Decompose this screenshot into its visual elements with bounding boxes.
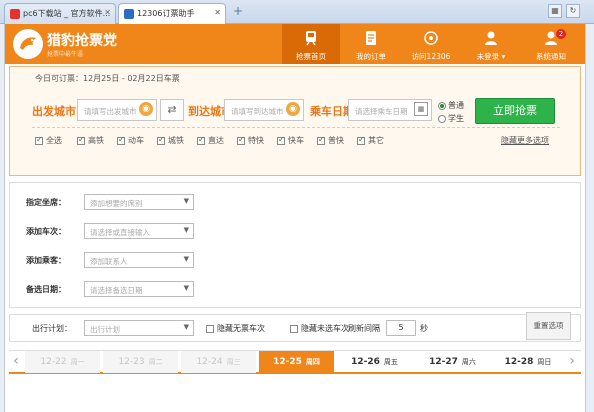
filter-normal-fast[interactable]: 普快 xyxy=(317,135,344,146)
app-subtitle: 抢票中最牛逼 xyxy=(47,51,84,58)
date-cell[interactable]: 12-28 周日 xyxy=(493,351,563,373)
filter-high-speed[interactable]: 高铁 xyxy=(77,135,104,146)
favicon-icon xyxy=(10,9,20,19)
train-label: 添加车次： xyxy=(26,227,66,236)
nav-label: 抢票首页 xyxy=(296,52,326,61)
close-icon[interactable]: ✕ xyxy=(104,8,111,17)
orders-icon xyxy=(366,31,376,45)
train-select[interactable]: 请选择或直接输入 ▼ xyxy=(84,223,194,239)
nav-visit-12306[interactable]: 访问12306 xyxy=(402,24,460,64)
browser-tab-12306[interactable]: 12306订票助手 ✕ xyxy=(118,3,226,24)
chevron-left-icon[interactable]: ‹ xyxy=(9,351,23,373)
chevron-down-icon: ▼ xyxy=(183,323,189,331)
swap-cities-button[interactable]: ⇄ xyxy=(160,99,184,121)
checkbox[interactable] xyxy=(117,135,125,145)
date-cell[interactable]: 12-26 周五 xyxy=(337,351,412,373)
checkbox[interactable] xyxy=(206,324,214,333)
chevron-down-icon: ▼ xyxy=(183,255,189,263)
date-cell: 12-24 周三 xyxy=(181,351,256,373)
filter-all[interactable]: 全选 xyxy=(35,135,62,146)
user-icon xyxy=(485,31,497,45)
checkbox[interactable] xyxy=(277,135,285,145)
filter-intercity[interactable]: 城铁 xyxy=(157,135,184,146)
train-icon xyxy=(306,31,316,46)
radio-student[interactable]: 学生 xyxy=(438,113,464,124)
plan-select[interactable]: 出行计划 ▼ xyxy=(84,320,194,336)
passenger-label: 添加乘客： xyxy=(26,256,66,265)
backup-date-select[interactable]: 请选择备选日期 ▼ xyxy=(84,281,194,297)
date-bar: ‹ 12-22 周一 12-23 周二 12-24 周三 12-25 周四 12-26 周… xyxy=(9,350,581,374)
chevron-down-icon: ▼ xyxy=(183,197,189,205)
app-window: 猎豹抢票党 抢票中最牛逼 抢票首页 我的订单 访问12306 未登录 ▾ 2 系… xyxy=(4,24,586,412)
checkbox[interactable] xyxy=(357,135,365,145)
filter-express[interactable]: 特快 xyxy=(237,135,264,146)
nav-label: 访问12306 xyxy=(411,52,451,61)
chevron-right-icon[interactable]: › xyxy=(565,351,579,373)
checkbox[interactable] xyxy=(77,135,85,145)
date-cell: 12-23 周二 xyxy=(103,351,178,373)
radio-normal[interactable]: 普通 xyxy=(438,100,464,111)
radio-dot[interactable] xyxy=(438,114,446,123)
divider xyxy=(32,127,560,128)
calendar-icon[interactable]: ▦ xyxy=(414,102,428,116)
app-title: 猎豹抢票党 xyxy=(47,33,117,49)
seat-select[interactable]: 添加想要的席别 ▼ xyxy=(84,194,194,210)
search-panel: 今日可订票：12月25日 - 02月22日车票 出发城市 请填写出发城市 ◉ ⇄… xyxy=(9,66,581,176)
filter-emu[interactable]: 动车 xyxy=(117,135,144,146)
bookable-date-range: 今日可订票：12月25日 - 02月22日车票 xyxy=(35,74,180,83)
hide-unselected-option[interactable]: 隐藏未选车次 xyxy=(290,323,349,334)
tab-label: 12306订票助手 xyxy=(137,9,195,18)
filter-other[interactable]: 其它 xyxy=(357,135,384,146)
checkbox[interactable] xyxy=(35,135,43,145)
tab-label: pc6下载站 _ 官方软件... xyxy=(23,9,111,18)
notification-badge: 2 xyxy=(556,29,566,39)
backup-date-label: 备选日期： xyxy=(26,285,66,294)
browser-tab-pc6[interactable]: pc6下载站 _ 官方软件... ✕ xyxy=(4,3,116,24)
from-city-label: 出发城市 xyxy=(32,105,76,118)
refresh-interval-input[interactable]: 5 xyxy=(386,320,416,336)
nav-label: 系统通知 xyxy=(536,52,566,61)
close-icon[interactable]: ✕ xyxy=(214,8,221,17)
nav-notifications[interactable]: 2 系统通知 xyxy=(522,24,580,64)
checkbox[interactable] xyxy=(317,135,325,145)
checkbox[interactable] xyxy=(157,135,165,145)
radio-dot[interactable] xyxy=(438,101,446,110)
date-cell-selected[interactable]: 12-25 周四 xyxy=(259,351,334,373)
refresh-icon[interactable]: ↻ xyxy=(566,4,580,18)
chevron-down-icon: ▼ xyxy=(183,226,189,234)
globe-icon xyxy=(424,31,438,45)
seconds-label: 秒 xyxy=(420,324,428,333)
chevron-down-icon: ▼ xyxy=(183,284,189,292)
hide-more-options-link[interactable]: 隐藏更多选项 xyxy=(501,135,549,146)
city-picker-icon[interactable]: ◉ xyxy=(139,102,153,116)
favicon-icon xyxy=(124,9,134,19)
seat-label: 指定坐席： xyxy=(26,198,66,207)
date-cell: 12-22 周一 xyxy=(25,351,100,373)
checkbox[interactable] xyxy=(290,324,298,333)
checkbox[interactable] xyxy=(197,135,205,145)
hide-no-ticket-option[interactable]: 隐藏无票车次 xyxy=(206,323,265,334)
nav-label: 未登录 ▾ xyxy=(476,52,506,61)
grab-ticket-button[interactable]: 立即抢票 xyxy=(475,98,555,124)
browser-tab-strip: pc6下载站 _ 官方软件... ✕ 12306订票助手 ✕ + ▦ ↻ xyxy=(0,0,594,24)
nav-login[interactable]: 未登录 ▾ xyxy=(462,24,520,64)
nav-label: 我的订单 xyxy=(356,52,386,61)
cheetah-logo-icon xyxy=(13,29,43,59)
new-tab-button[interactable]: + xyxy=(230,4,246,20)
city-picker-icon[interactable]: ◉ xyxy=(286,102,300,116)
nav-orders[interactable]: 我的订单 xyxy=(342,24,400,64)
filter-direct[interactable]: 直达 xyxy=(197,135,224,146)
passenger-select[interactable]: 添加联系人 ▼ xyxy=(84,252,194,268)
window-grid-icon[interactable]: ▦ xyxy=(548,4,562,18)
order-form: 指定坐席： 添加想要的席别 ▼ 添加车次： 请选择或直接输入 ▼ 添加乘客： 添加联… xyxy=(9,182,581,308)
nav-home[interactable]: 抢票首页 xyxy=(282,24,340,64)
app-header: 猎豹抢票党 抢票中最牛逼 抢票首页 我的订单 访问12306 未登录 ▾ 2 系… xyxy=(5,24,585,64)
plan-row: 出行计划： 出行计划 ▼ 隐藏无票车次 隐藏未选车次 刷新间隔 5 秒 xyxy=(9,314,581,342)
refresh-interval-label: 刷新间隔 xyxy=(348,324,380,333)
date-cell[interactable]: 12-27 周六 xyxy=(415,351,490,373)
checkbox[interactable] xyxy=(237,135,245,145)
reset-options-button[interactable]: 重置选项 xyxy=(526,312,571,340)
filter-fast[interactable]: 快车 xyxy=(277,135,304,146)
plan-label: 出行计划： xyxy=(32,324,72,333)
